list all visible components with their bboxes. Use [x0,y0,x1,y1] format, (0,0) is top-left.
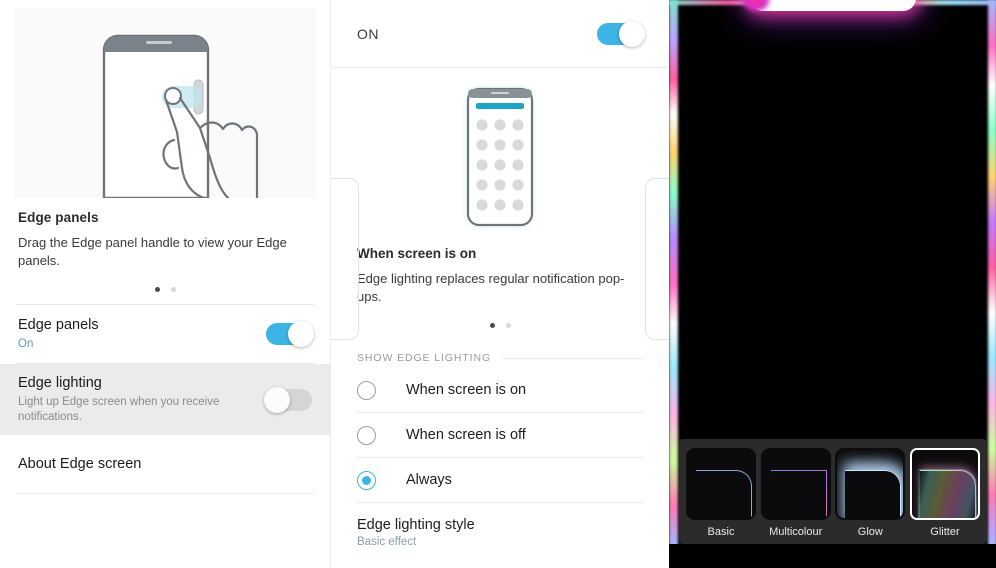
page-dot-1[interactable] [489,323,495,328]
show-edge-lighting-section-header: SHOW EDGE LIGHTING [331,348,669,368]
setting-row-edge-lighting-style[interactable]: Edge lighting style Basic effect [331,503,669,548]
edge-lighting-settings-panel: ON When screen is on Edge lighting repla… [330,0,669,568]
notification-pill[interactable] [750,0,916,11]
edge-lighting-card-description: Edge lighting replaces regular notificat… [357,271,625,304]
page-dot-2[interactable] [170,287,176,292]
edge-lighting-master-switch-bar[interactable]: ON [331,0,669,68]
section-header-label: SHOW EDGE LIGHTING [357,352,492,364]
setting-row-texts: About Edge screen [18,455,312,474]
setting-title: About Edge screen [18,455,142,472]
style-option-label: Multicolour [769,526,823,538]
style-thumbnail[interactable] [760,448,831,520]
radio-option-label: Always [406,472,452,488]
toggle-knob [288,321,314,347]
hand-dragging-edge-panel-handle-icon [102,34,259,198]
edge-lighting-card-title: When screen is on [357,246,477,261]
row-divider [16,493,314,494]
preview-bottom-strip [669,544,996,568]
edge-panels-illustration-card [14,8,316,198]
edge-lighting-illustration [331,68,669,246]
style-thumbnail[interactable] [686,448,756,520]
page-dot-1[interactable] [154,287,160,292]
page-dot-2[interactable] [505,323,511,328]
edge-lighting-preview-panel: Basic Multicolour Glow Glitter [669,0,996,568]
edge-lighting-style-picker[interactable]: Basic Multicolour Glow Glitter [679,439,987,553]
setting-row-texts: Edge panels On [18,316,266,352]
edge-panels-card-text: Edge panels Drag the Edge panel handle t… [0,198,330,270]
toggle-knob [619,20,645,47]
style-thumbnail-selected[interactable] [909,448,980,520]
edge-panels-page-dots[interactable] [0,287,330,292]
radio-option-always[interactable]: Always [331,458,669,502]
phone-app-grid-icon [466,87,534,227]
radio-option-when-screen-is-off[interactable]: When screen is off [331,413,669,457]
glitter-edge-right [988,0,996,568]
setting-row-edge-panels[interactable]: Edge panels On [0,305,330,363]
setting-row-texts: Edge lighting Light up Edge screen when … [18,374,266,425]
edge-lighting-style-subtitle: Basic effect [357,536,417,548]
style-option-label: Glitter [930,526,960,538]
edge-corner-glow-icon [845,470,902,518]
radio-option-label: When screen is off [406,427,526,443]
edge-corner-basic-icon [696,470,752,518]
setting-subtitle: Light up Edge screen when you receive no… [18,396,220,423]
style-option-multicolour[interactable]: Multicolour [760,448,832,538]
style-option-glow[interactable]: Glow [834,448,906,538]
section-header-rule [503,357,643,359]
style-option-label: Glow [857,526,883,538]
style-option-glitter[interactable]: Glitter [909,448,981,538]
edge-corner-multicolour-icon [770,470,827,518]
glitter-edge-left [669,0,678,568]
edge-panels-card-title: Edge panels [18,210,99,225]
edge-lighting-style-title: Edge lighting style [357,517,475,533]
setting-row-edge-lighting[interactable]: Edge lighting Light up Edge screen when … [0,364,330,435]
setting-row-about-edge-screen[interactable]: About Edge screen [0,435,330,493]
radio-button-icon[interactable] [357,425,376,445]
radio-option-label: When screen is on [406,382,527,398]
edge-panels-card-description: Drag the Edge panel handle to view your … [18,235,287,268]
radio-button-checked-icon[interactable] [357,470,376,490]
toggle-knob [264,386,290,413]
master-switch-label: ON [357,25,379,42]
setting-title: Edge lighting [18,375,102,391]
edge-corner-glitter-icon [919,470,976,518]
setting-subtitle: On [18,338,34,350]
setting-title: Edge panels [18,317,99,333]
style-option-label: Basic [707,526,735,538]
radio-button-icon[interactable] [357,380,376,400]
style-thumbnail[interactable] [835,448,906,520]
screenshot-root: Edge panels Drag the Edge panel handle t… [0,0,996,568]
edge-lighting-card-text: When screen is on Edge lighting replaces… [331,246,669,306]
radio-option-when-screen-is-on[interactable]: When screen is on [331,368,669,412]
master-switch-toggle[interactable] [597,20,645,47]
edge-panels-toggle[interactable] [266,321,314,347]
edge-screen-settings-panel: Edge panels Drag the Edge panel handle t… [0,0,330,568]
edge-lighting-toggle[interactable] [264,386,312,413]
edge-lighting-page-dots[interactable] [331,323,669,328]
style-option-basic[interactable]: Basic [685,448,757,538]
